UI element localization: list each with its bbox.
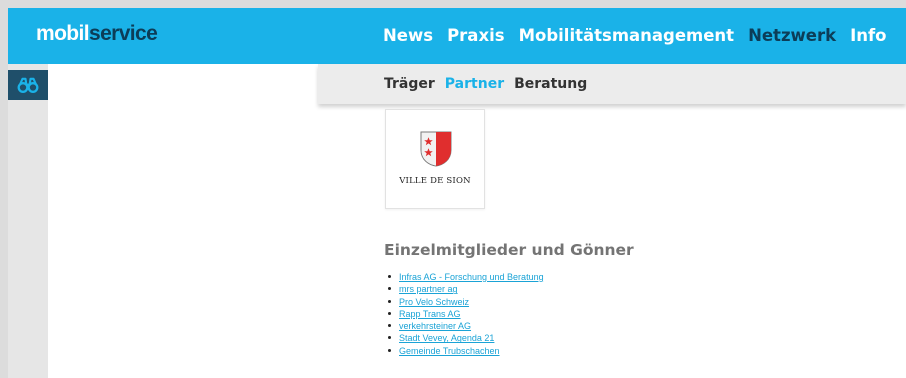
top-bar: mobilservice News Praxis Mobilitätsmanag…	[8, 8, 906, 64]
main-nav-praxis[interactable]: Praxis	[447, 24, 504, 48]
list-item: Pro Velo Schweiz	[386, 296, 544, 308]
partner-logo-ville-de-sion[interactable]: VILLE DE SION	[385, 109, 485, 209]
member-link[interactable]: Infras AG - Forschung und Beratung	[399, 272, 544, 282]
member-link[interactable]: Stadt Vevey, Agenda 21	[399, 333, 494, 343]
list-item: Stadt Vevey, Agenda 21	[386, 332, 544, 344]
logo-text-mobil: mobil	[36, 22, 90, 45]
binoculars-icon	[17, 77, 39, 93]
left-sidebar	[8, 64, 48, 378]
main-nav: News Praxis Mobilitätsmanagement Netzwer…	[383, 24, 887, 48]
member-link[interactable]: mrs partner ag	[399, 284, 458, 294]
logo-text-service: service	[89, 22, 158, 45]
page-frame: mobilservice News Praxis Mobilitätsmanag…	[8, 8, 906, 378]
sub-nav-bar: Träger Partner Beratung	[318, 64, 906, 104]
sub-nav-traeger[interactable]: Träger	[384, 75, 435, 93]
sub-nav: Träger Partner Beratung	[384, 75, 587, 93]
member-link[interactable]: Gemeinde Trubschachen	[399, 346, 500, 356]
member-link[interactable]: verkehrsteiner AG	[399, 321, 471, 331]
list-item: Rapp Trans AG	[386, 308, 544, 320]
partner-logo-caption: VILLE DE SION	[399, 176, 471, 186]
site-logo[interactable]: mobilservice	[36, 21, 158, 47]
members-section-title: Einzelmitglieder und Gönner	[384, 241, 634, 259]
binoculars-button[interactable]	[8, 70, 48, 100]
sub-nav-partner[interactable]: Partner	[445, 75, 504, 93]
list-item: mrs partner ag	[386, 283, 544, 295]
list-item: Gemeinde Trubschachen	[386, 345, 544, 357]
main-nav-mobilitaetsmanagement[interactable]: Mobilitätsmanagement	[519, 24, 735, 48]
members-list: Infras AG - Forschung und Beratung mrs p…	[386, 271, 544, 357]
member-link[interactable]: Pro Velo Schweiz	[399, 297, 469, 307]
sub-nav-beratung[interactable]: Beratung	[514, 75, 587, 93]
sion-coat-of-arms-icon	[420, 131, 452, 167]
list-item: verkehrsteiner AG	[386, 320, 544, 332]
member-link[interactable]: Rapp Trans AG	[399, 309, 461, 319]
main-nav-news[interactable]: News	[383, 24, 433, 48]
list-item: Infras AG - Forschung und Beratung	[386, 271, 544, 283]
main-nav-netzwerk[interactable]: Netzwerk	[748, 24, 836, 48]
main-nav-info[interactable]: Info	[850, 24, 886, 48]
